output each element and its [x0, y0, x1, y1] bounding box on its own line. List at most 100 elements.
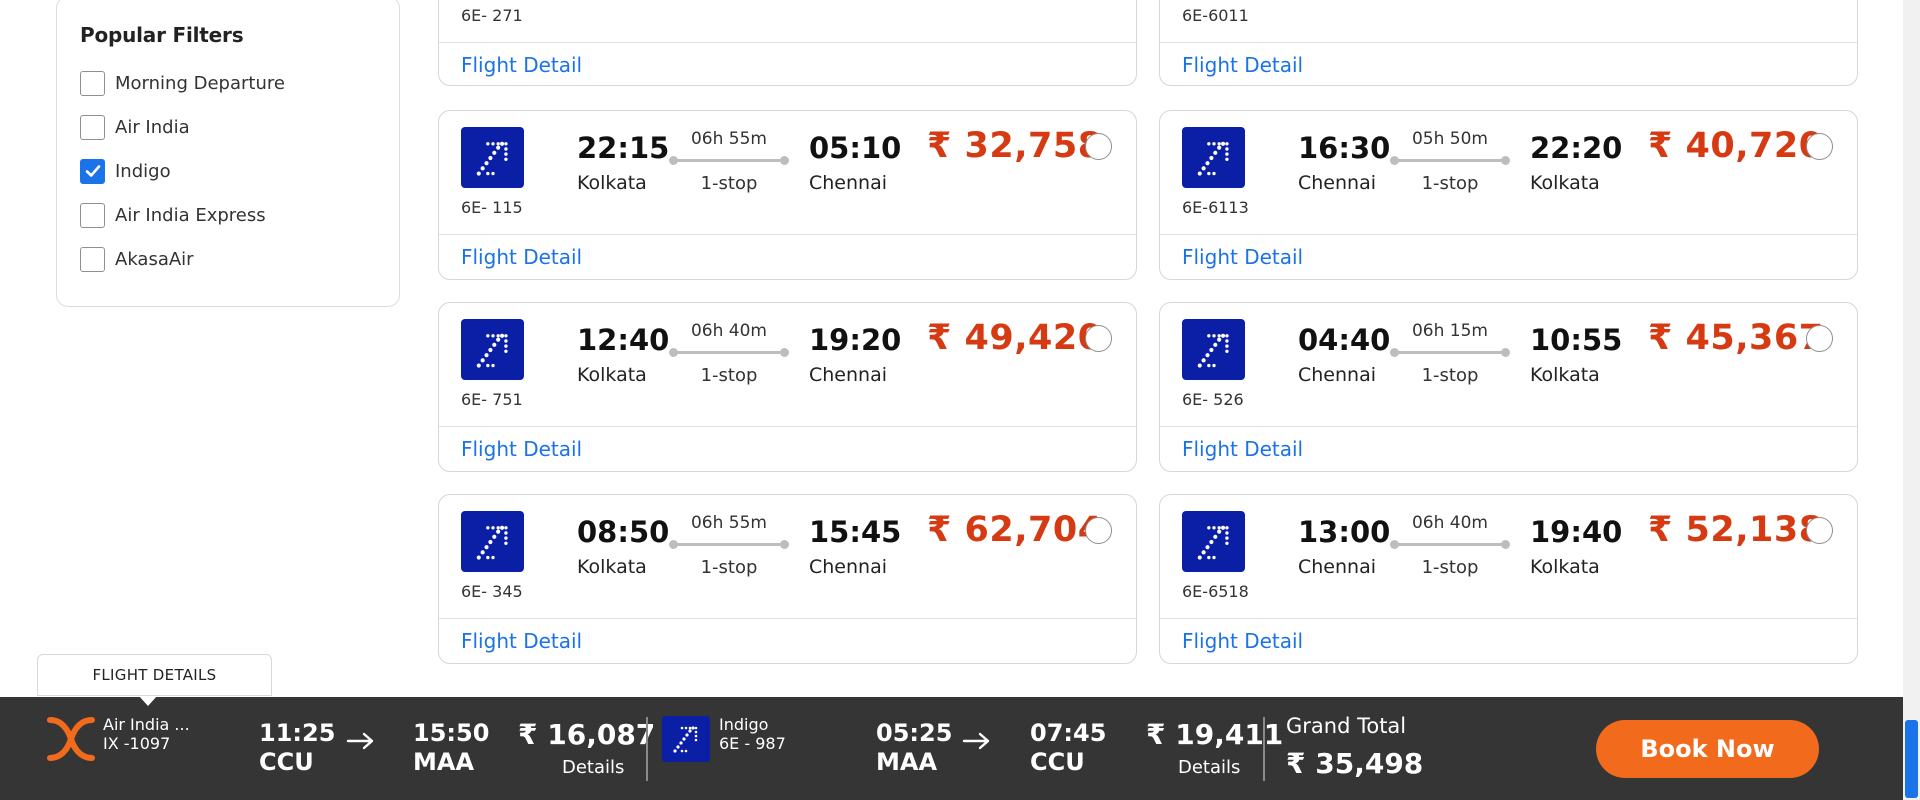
- popular-filters-panel: Popular Filters Morning Departure Air In…: [56, 0, 400, 307]
- return-arr-code: CCU: [1030, 748, 1085, 776]
- flight-card[interactable]: 6E- 115 22:15 Kolkata 06h 55m 1-stop 05:…: [438, 110, 1137, 280]
- arrival-city: Chennai: [809, 172, 888, 194]
- filter-air-india[interactable]: Air India: [80, 105, 376, 149]
- tooltip-pointer: [139, 696, 157, 706]
- selected-flights-bar: Air India ... IX -1097 11:25 CCU 15:50 M…: [0, 697, 1903, 800]
- indigo-logo-icon: [1182, 319, 1245, 380]
- route-line: [1390, 156, 1510, 165]
- checkbox[interactable]: [80, 202, 105, 228]
- route-line: [669, 348, 789, 357]
- flight-card[interactable]: 6E-6518 13:00 Chennai 06h 40m 1-stop 19:…: [1159, 494, 1858, 664]
- flight-detail-link[interactable]: Flight Detail: [1182, 245, 1303, 269]
- flight-duration: 06h 40m: [690, 321, 767, 341]
- arrow-right-icon: [346, 731, 376, 755]
- departure-city: Chennai: [1298, 556, 1377, 578]
- departure-city: Kolkata: [577, 172, 647, 194]
- filter-label: Indigo: [115, 160, 171, 182]
- flight-detail-link[interactable]: Flight Detail: [461, 629, 582, 653]
- flight-duration: 05h 50m: [1411, 129, 1488, 149]
- arrival-time: 22:20: [1530, 131, 1623, 165]
- flight-card[interactable]: 6E- 526 04:40 Chennai 06h 15m 1-stop 10:…: [1159, 302, 1858, 472]
- page-scrollbar[interactable]: [1903, 0, 1920, 800]
- flight-code: 6E-6518: [1182, 582, 1249, 601]
- check-icon: [85, 165, 100, 177]
- flight-detail-link[interactable]: Flight Detail: [1182, 629, 1303, 653]
- air-india-express-logo-icon: [46, 716, 96, 766]
- flight-price: ₹ 32,758: [927, 126, 1103, 166]
- stops-count: 1-stop: [700, 557, 758, 578]
- flight-duration: 06h 15m: [1411, 321, 1488, 341]
- scrollbar-thumb[interactable]: [1905, 720, 1918, 798]
- indigo-logo-icon: [1182, 127, 1245, 188]
- checkbox[interactable]: [80, 70, 105, 96]
- arrival-city: Chennai: [809, 364, 888, 386]
- grand-total-value: ₹ 35,498: [1286, 747, 1424, 780]
- departure-city: Chennai: [1298, 172, 1377, 194]
- flight-duration: 06h 55m: [690, 513, 767, 533]
- stops-count: 1-stop: [1421, 173, 1479, 194]
- flight-detail-link[interactable]: Flight Detail: [1182, 53, 1303, 77]
- outbound-arr-time: 15:50: [413, 719, 490, 747]
- flight-card[interactable]: 6E- 751 12:40 Kolkata 06h 40m 1-stop 19:…: [438, 302, 1137, 472]
- route-line: [669, 156, 789, 165]
- arrival-time: 19:40: [1530, 515, 1623, 549]
- divider: [646, 717, 648, 781]
- arrow-right-icon: [962, 731, 992, 755]
- return-dep-code: MAA: [876, 748, 938, 776]
- indigo-logo-icon: [461, 319, 524, 380]
- flight-code: 6E-6011: [1182, 6, 1249, 25]
- flight-card-partial[interactable]: 6E- 271 Flight Detail: [438, 0, 1137, 86]
- return-arr-time: 07:45: [1030, 719, 1107, 747]
- outbound-dep-code: CCU: [259, 748, 314, 776]
- select-flight-radio[interactable]: [1085, 517, 1112, 544]
- flight-card[interactable]: 6E- 345 08:50 Kolkata 06h 55m 1-stop 15:…: [438, 494, 1137, 664]
- departure-city: Kolkata: [577, 364, 647, 386]
- departure-time: 12:40: [577, 323, 670, 357]
- flight-price: ₹ 52,138: [1648, 510, 1824, 550]
- departure-city: Kolkata: [577, 556, 647, 578]
- checkbox[interactable]: [80, 246, 105, 272]
- flight-detail-link[interactable]: Flight Detail: [461, 437, 582, 461]
- divider: [1263, 717, 1265, 781]
- select-flight-radio[interactable]: [1085, 325, 1112, 352]
- arrival-time: 10:55: [1530, 323, 1623, 357]
- return-flight-code: 6E - 987: [719, 734, 786, 753]
- indigo-logo-icon: [662, 716, 710, 762]
- arrival-city: Kolkata: [1530, 364, 1600, 386]
- select-flight-radio[interactable]: [1085, 133, 1112, 160]
- select-flight-radio[interactable]: [1806, 325, 1833, 352]
- filter-label: Air India: [115, 116, 190, 138]
- stops-count: 1-stop: [1421, 557, 1479, 578]
- departure-time: 13:00: [1298, 515, 1391, 549]
- checkbox-checked[interactable]: [80, 158, 105, 184]
- outbound-airline: Air India ...: [103, 715, 190, 734]
- flight-code: 6E- 271: [461, 6, 523, 25]
- filter-air-india-express[interactable]: Air India Express: [80, 193, 376, 237]
- filter-akasaair[interactable]: AkasaAir: [80, 237, 376, 281]
- departure-time: 08:50: [577, 515, 670, 549]
- select-flight-radio[interactable]: [1806, 133, 1833, 160]
- flight-detail-link[interactable]: Flight Detail: [461, 53, 582, 77]
- route-line: [1390, 348, 1510, 357]
- flight-code: 6E- 345: [461, 582, 523, 601]
- outbound-details-link[interactable]: Details: [562, 757, 624, 778]
- flight-card[interactable]: 6E-6113 16:30 Chennai 05h 50m 1-stop 22:…: [1159, 110, 1858, 280]
- flight-details-tab[interactable]: FLIGHT DETAILS: [37, 654, 272, 696]
- filter-label: Morning Departure: [115, 72, 285, 94]
- filter-indigo[interactable]: Indigo: [80, 149, 376, 193]
- filter-morning-departure[interactable]: Morning Departure: [80, 61, 376, 105]
- checkbox[interactable]: [80, 114, 105, 140]
- select-flight-radio[interactable]: [1806, 517, 1833, 544]
- arrival-time: 05:10: [809, 131, 902, 165]
- flight-card-partial[interactable]: 6E-6011 Flight Detail: [1159, 0, 1858, 86]
- flight-detail-link[interactable]: Flight Detail: [461, 245, 582, 269]
- departure-time: 04:40: [1298, 323, 1391, 357]
- stops-count: 1-stop: [700, 173, 758, 194]
- flight-detail-link[interactable]: Flight Detail: [1182, 437, 1303, 461]
- flight-duration: 06h 40m: [1411, 513, 1488, 533]
- book-now-button[interactable]: Book Now: [1596, 720, 1819, 778]
- flight-code: 6E- 751: [461, 390, 523, 409]
- stops-count: 1-stop: [1421, 365, 1479, 386]
- return-details-link[interactable]: Details: [1178, 757, 1240, 778]
- outbound-price: ₹ 16,087: [518, 718, 656, 751]
